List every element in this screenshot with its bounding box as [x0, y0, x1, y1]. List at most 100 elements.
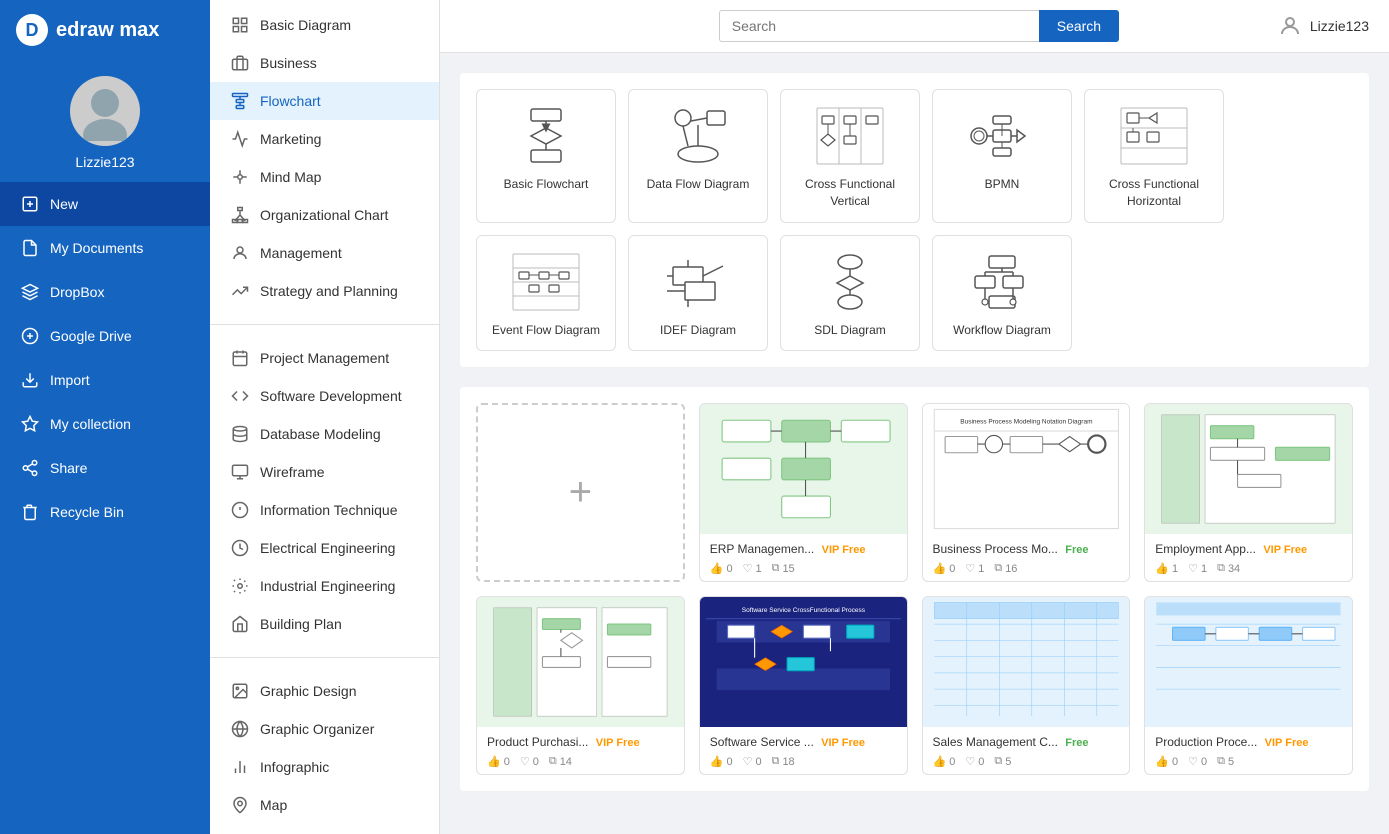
- production-process-title: Production Proce... VIP Free: [1155, 735, 1342, 749]
- sidebar-item-dropbox[interactable]: DropBox: [0, 270, 210, 314]
- username: Lizzie123: [75, 154, 134, 170]
- mid-item-business[interactable]: Business: [210, 44, 439, 82]
- marketing-icon: [230, 129, 250, 149]
- mid-item-strategy-label: Strategy and Planning: [260, 283, 398, 299]
- mid-item-graphic-organizer[interactable]: Graphic Organizer: [210, 710, 439, 748]
- mid-item-marketing[interactable]: Marketing: [210, 120, 439, 158]
- sales-management-info: Sales Management C... Free 👍0 ♡0 ⧉5: [923, 727, 1130, 774]
- mid-item-map-label: Map: [260, 797, 287, 813]
- mid-item-industrial-engineering-label: Industrial Engineering: [260, 578, 395, 594]
- mid-item-org-chart-label: Organizational Chart: [260, 207, 388, 223]
- header-username: Lizzie123: [1310, 18, 1369, 34]
- gallery-card-product-purchasing[interactable]: Product Purchasi... VIP Free 👍0 ♡0 ⧉14: [476, 596, 685, 775]
- gallery-card-erp-management[interactable]: ERP Managemen... VIP Free 👍 0 ♡ 1: [699, 403, 908, 582]
- gallery-card-sales-management[interactable]: Sales Management C... Free 👍0 ♡0 ⧉5: [922, 596, 1131, 775]
- template-card-cross-functional-vertical[interactable]: Cross Functional Vertical: [780, 89, 920, 223]
- product-purchasing-thumb: [477, 597, 684, 727]
- mid-item-information-technique[interactable]: Information Technique: [210, 491, 439, 529]
- idef-diagram-icon: [663, 252, 733, 312]
- erp-management-title: ERP Managemen... VIP Free: [710, 542, 897, 556]
- mid-item-electrical-engineering[interactable]: Electrical Engineering: [210, 529, 439, 567]
- software-service-title: Software Service ... VIP Free: [710, 735, 897, 749]
- sidebar-item-google-drive[interactable]: Google Drive: [0, 314, 210, 358]
- mind-map-icon: [230, 167, 250, 187]
- sales-management-title: Sales Management C... Free: [933, 735, 1120, 749]
- sidebar-item-my-collection-label: My collection: [50, 416, 131, 432]
- sidebar-item-new-label: New: [50, 196, 78, 212]
- template-card-workflow-diagram[interactable]: Workflow Diagram: [932, 235, 1072, 352]
- database-modeling-icon: [230, 424, 250, 444]
- header-user: Lizzie123: [1278, 14, 1369, 38]
- mid-item-graphic-design[interactable]: Graphic Design: [210, 672, 439, 710]
- like-icon: 👍: [710, 562, 724, 575]
- sidebar-item-my-collection[interactable]: My collection: [0, 402, 210, 446]
- bp-hearts: ♡1: [965, 562, 984, 575]
- business-icon: [230, 53, 250, 73]
- mid-sidebar-group-3: Graphic Design Graphic Organizer Infogra…: [210, 666, 439, 830]
- mid-item-database-modeling[interactable]: Database Modeling: [210, 415, 439, 453]
- production-process-info: Production Proce... VIP Free 👍0 ♡0 ⧉5: [1145, 727, 1352, 774]
- mid-item-wireframe[interactable]: Wireframe: [210, 453, 439, 491]
- software-development-icon: [230, 386, 250, 406]
- sm-copies: ⧉5: [994, 755, 1011, 768]
- wireframe-icon: [230, 462, 250, 482]
- pp-hearts: ♡0: [520, 755, 539, 768]
- sidebar-item-my-documents[interactable]: My Documents: [0, 226, 210, 270]
- industrial-engineering-icon: [230, 576, 250, 596]
- app-logo[interactable]: D edraw max: [0, 0, 210, 60]
- mid-item-strategy[interactable]: Strategy and Planning: [210, 272, 439, 310]
- search-button[interactable]: Search: [1039, 10, 1119, 42]
- mid-item-software-development[interactable]: Software Development: [210, 377, 439, 415]
- erp-hearts: ♡ 1: [743, 562, 762, 575]
- project-management-icon: [230, 348, 250, 368]
- gallery-card-employment-app[interactable]: Employment App... VIP Free 👍1 ♡1 ⧉34: [1144, 403, 1353, 582]
- mid-item-mind-map[interactable]: Mind Map: [210, 158, 439, 196]
- template-card-event-flow-diagram[interactable]: Event Flow Diagram: [476, 235, 616, 352]
- recycle-bin-icon: [20, 502, 40, 522]
- mid-item-flowchart[interactable]: Flowchart: [210, 82, 439, 120]
- sales-management-badge: Free: [1065, 737, 1088, 749]
- mid-item-infographic[interactable]: Infographic: [210, 748, 439, 786]
- sidebar-item-recycle-bin[interactable]: Recycle Bin: [0, 490, 210, 534]
- gallery-card-software-service[interactable]: Software Service CrossFunctional Process: [699, 596, 908, 775]
- mid-item-industrial-engineering[interactable]: Industrial Engineering: [210, 567, 439, 605]
- sidebar-item-import[interactable]: Import: [0, 358, 210, 402]
- mid-item-management-label: Management: [260, 245, 342, 261]
- template-card-sdl-diagram[interactable]: SDL Diagram: [780, 235, 920, 352]
- sidebar-item-new[interactable]: New: [0, 182, 210, 226]
- template-card-idef-diagram[interactable]: IDEF Diagram: [628, 235, 768, 352]
- gallery-grid: +: [476, 403, 1353, 775]
- pp-likes: 👍0: [487, 755, 510, 768]
- search-input[interactable]: [719, 10, 1039, 42]
- mid-item-org-chart[interactable]: Organizational Chart: [210, 196, 439, 234]
- mid-item-basic-diagram[interactable]: Basic Diagram: [210, 6, 439, 44]
- template-card-basic-flowchart[interactable]: Basic Flowchart: [476, 89, 616, 223]
- strategy-icon: [230, 281, 250, 301]
- mid-sidebar-divider-2: [210, 657, 439, 658]
- mid-sidebar-group-1: Basic Diagram Business Flowchart Marketi…: [210, 0, 439, 316]
- bp-copies: ⧉16: [994, 562, 1017, 575]
- basic-flowchart-label: Basic Flowchart: [504, 176, 589, 193]
- prodp-likes: 👍0: [1155, 755, 1178, 768]
- mid-item-graphic-design-label: Graphic Design: [260, 683, 357, 699]
- gallery-card-add[interactable]: +: [476, 403, 685, 582]
- employment-app-info: Employment App... VIP Free 👍1 ♡1 ⧉34: [1145, 534, 1352, 581]
- gallery-card-business-process[interactable]: Business Process Modeling Notation Diagr…: [922, 403, 1131, 582]
- gallery-card-production-process[interactable]: Production Proce... VIP Free 👍0 ♡0 ⧉5: [1144, 596, 1353, 775]
- data-flow-diagram-label: Data Flow Diagram: [647, 176, 750, 193]
- information-technique-icon: [230, 500, 250, 520]
- svg-text:Business Process Modeling Nota: Business Process Modeling Notation Diagr…: [960, 419, 1092, 426]
- cross-functional-vertical-icon: [815, 106, 885, 166]
- template-card-data-flow-diagram[interactable]: Data Flow Diagram: [628, 89, 768, 223]
- template-card-bpmn[interactable]: BPMN: [932, 89, 1072, 223]
- mid-item-management[interactable]: Management: [210, 234, 439, 272]
- mid-item-software-development-label: Software Development: [260, 388, 402, 404]
- mid-item-map[interactable]: Map: [210, 786, 439, 824]
- sales-management-stats: 👍0 ♡0 ⧉5: [933, 755, 1120, 768]
- sidebar-item-share[interactable]: Share: [0, 446, 210, 490]
- template-card-cross-functional-horizontal[interactable]: Cross Functional Horizontal: [1084, 89, 1224, 223]
- mid-item-project-management[interactable]: Project Management: [210, 339, 439, 377]
- mid-item-building-plan[interactable]: Building Plan: [210, 605, 439, 643]
- sidebar-item-recycle-bin-label: Recycle Bin: [50, 504, 124, 520]
- share-icon: [20, 458, 40, 478]
